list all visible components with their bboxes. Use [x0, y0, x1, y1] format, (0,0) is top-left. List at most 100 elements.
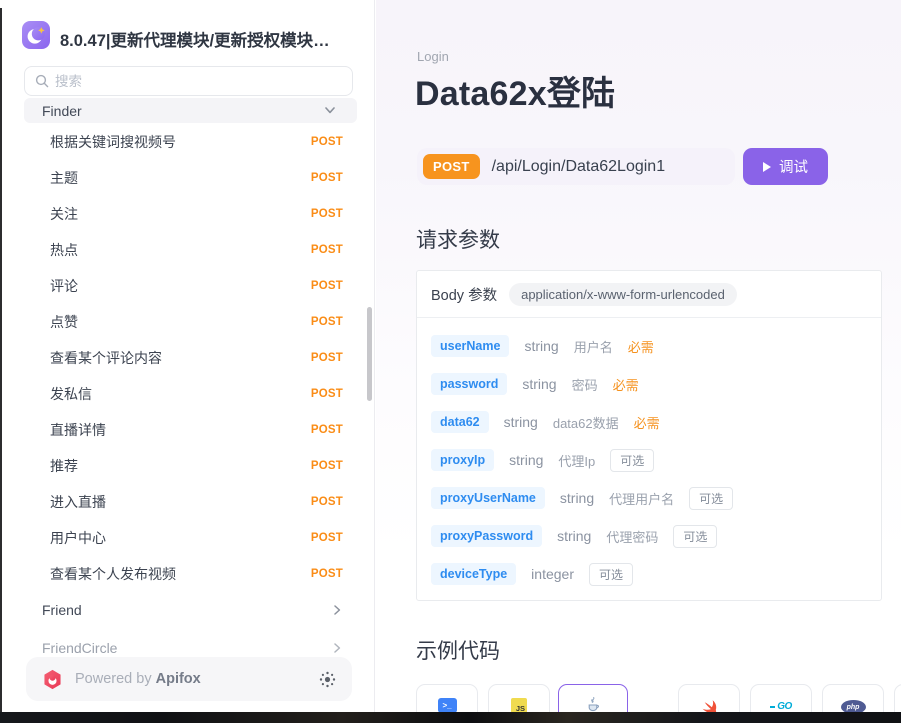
powered-by-text: Powered by Apifox	[75, 671, 201, 687]
param-type: string	[509, 452, 543, 468]
param-badge: 可选	[689, 487, 733, 510]
finder-section-label: Finder	[42, 103, 82, 119]
method-badge: POST	[311, 136, 343, 148]
post-method-badge: POST	[423, 154, 480, 179]
param-name: proxyIp	[431, 449, 494, 471]
method-badge: POST	[311, 316, 343, 328]
sidebar-section-friend[interactable]: Friend	[2, 592, 375, 628]
method-badge: POST	[311, 388, 343, 400]
param-type: string	[522, 376, 556, 392]
param-list: userName string 用户名 必需 password string 密…	[417, 318, 881, 602]
breadcrumb: Login	[417, 49, 449, 64]
sidebar-item-label: 用户中心	[50, 528, 106, 548]
param-name: userName	[431, 335, 509, 357]
sidebar-item[interactable]: 直播详情 POST	[2, 412, 375, 448]
param-type: string	[504, 414, 538, 430]
param-badge: 必需	[628, 337, 654, 356]
sidebar-item-label: 评论	[50, 276, 78, 296]
sidebar-item-label: 主题	[50, 168, 78, 188]
method-badge: POST	[311, 424, 343, 436]
param-row[interactable]: deviceType integer 可选	[431, 555, 867, 593]
sidebar-item-label: 查看某个评论内容	[50, 348, 162, 368]
sidebar-item[interactable]: 点赞 POST	[2, 304, 375, 340]
search-input[interactable]	[55, 74, 342, 89]
sidebar-item-label: 关注	[50, 204, 78, 224]
sidebar-item-label: 发私信	[50, 384, 92, 404]
sidebar-item[interactable]: 关注 POST	[2, 196, 375, 232]
chevron-right-icon	[334, 643, 341, 653]
sidebar-item-label: 热点	[50, 240, 78, 260]
method-badge: POST	[311, 172, 343, 184]
sidebar-item[interactable]: 查看某个评论内容 POST	[2, 340, 375, 376]
param-row[interactable]: proxyPassword string 代理密码 可选	[431, 517, 867, 555]
method-badge: POST	[311, 280, 343, 292]
endpoint-path: /api/Login/Data62Login1	[492, 158, 665, 176]
sidebar-item[interactable]: 推荐 POST	[2, 448, 375, 484]
content-type-pill: application/x-www-form-urlencoded	[509, 283, 737, 306]
param-badge: 必需	[613, 375, 639, 394]
sidebar-scrollbar-thumb[interactable]	[367, 307, 372, 401]
method-badge: POST	[311, 244, 343, 256]
sidebar-item[interactable]: 发私信 POST	[2, 376, 375, 412]
sidebar-section-finder[interactable]: Finder	[24, 98, 357, 123]
sidebar-item[interactable]: 根据关键词搜视频号 POST	[2, 124, 375, 160]
chevron-right-icon	[334, 605, 341, 615]
param-name: deviceType	[431, 563, 516, 585]
sidebar-item-label: 推荐	[50, 456, 78, 476]
param-desc: 代理用户名	[609, 489, 674, 508]
param-desc: data62数据	[553, 413, 619, 432]
sidebar: 8.0.47|更新代理模块/更新授权模块… Finder 根据关键词搜视频号	[2, 0, 375, 712]
debug-button[interactable]: 调试	[743, 148, 828, 185]
param-desc: 代理Ip	[558, 451, 595, 470]
param-badge: 可选	[610, 449, 654, 472]
sidebar-item[interactable]: 进入直播 POST	[2, 484, 375, 520]
param-desc: 密码	[572, 375, 598, 394]
friend-section-label: Friend	[42, 602, 82, 618]
param-row[interactable]: data62 string data62数据 必需	[431, 403, 867, 441]
app-window: 8.0.47|更新代理模块/更新授权模块… Finder 根据关键词搜视频号	[0, 0, 901, 723]
body-params-label: Body 参数	[431, 284, 497, 305]
param-row[interactable]: password string 密码 必需	[431, 365, 867, 403]
param-type: integer	[531, 566, 574, 582]
param-type: string	[560, 490, 594, 506]
finder-item-list: 根据关键词搜视频号 POST 主题 POST 关注 POST 热点 POST 评…	[2, 124, 375, 592]
search-icon	[35, 74, 49, 88]
theme-toggle sun-icon[interactable]	[319, 671, 336, 688]
powershell-icon: >_	[438, 698, 457, 713]
param-type: string	[557, 528, 591, 544]
endpoint-path-box[interactable]: POST /api/Login/Data62Login1	[417, 148, 735, 185]
taskbar-strip	[0, 712, 901, 723]
param-row[interactable]: proxyIp string 代理Ip 可选	[431, 441, 867, 479]
sidebar-item-label: 点赞	[50, 312, 78, 332]
method-badge: POST	[311, 208, 343, 220]
param-name: data62	[431, 411, 489, 433]
search-box[interactable]	[24, 66, 353, 96]
sidebar-item[interactable]: 主题 POST	[2, 160, 375, 196]
powered-by-footer[interactable]: Powered by Apifox	[26, 657, 352, 701]
sidebar-item-label: 根据关键词搜视频号	[50, 132, 176, 152]
sidebar-item[interactable]: 热点 POST	[2, 232, 375, 268]
method-badge: POST	[311, 460, 343, 472]
param-name: proxyUserName	[431, 487, 545, 509]
param-row[interactable]: proxyUserName string 代理用户名 可选	[431, 479, 867, 517]
param-desc: 用户名	[574, 337, 613, 356]
method-badge: POST	[311, 532, 343, 544]
sidebar-item[interactable]: 评论 POST	[2, 268, 375, 304]
method-badge: POST	[311, 568, 343, 580]
param-name: password	[431, 373, 507, 395]
apifox-brand-text: Apifox	[156, 671, 201, 687]
sidebar-item[interactable]: 查看某个人发布视频 POST	[2, 556, 375, 592]
page-title: Data62x登陆	[415, 66, 615, 115]
sample-code-heading: 示例代码	[416, 635, 500, 665]
sidebar-item-label: 进入直播	[50, 492, 106, 512]
app-logo moon-icon	[22, 21, 50, 49]
request-params-heading: 请求参数	[416, 224, 500, 254]
param-badge: 必需	[634, 413, 660, 432]
chevron-down-icon	[325, 107, 335, 114]
sidebar-item-label: 查看某个人发布视频	[50, 564, 176, 584]
sidebar-item[interactable]: 用户中心 POST	[2, 520, 375, 556]
param-row[interactable]: userName string 用户名 必需	[431, 327, 867, 365]
param-badge: 可选	[673, 525, 717, 548]
param-type: string	[524, 338, 558, 354]
apifox-logo	[42, 669, 63, 690]
